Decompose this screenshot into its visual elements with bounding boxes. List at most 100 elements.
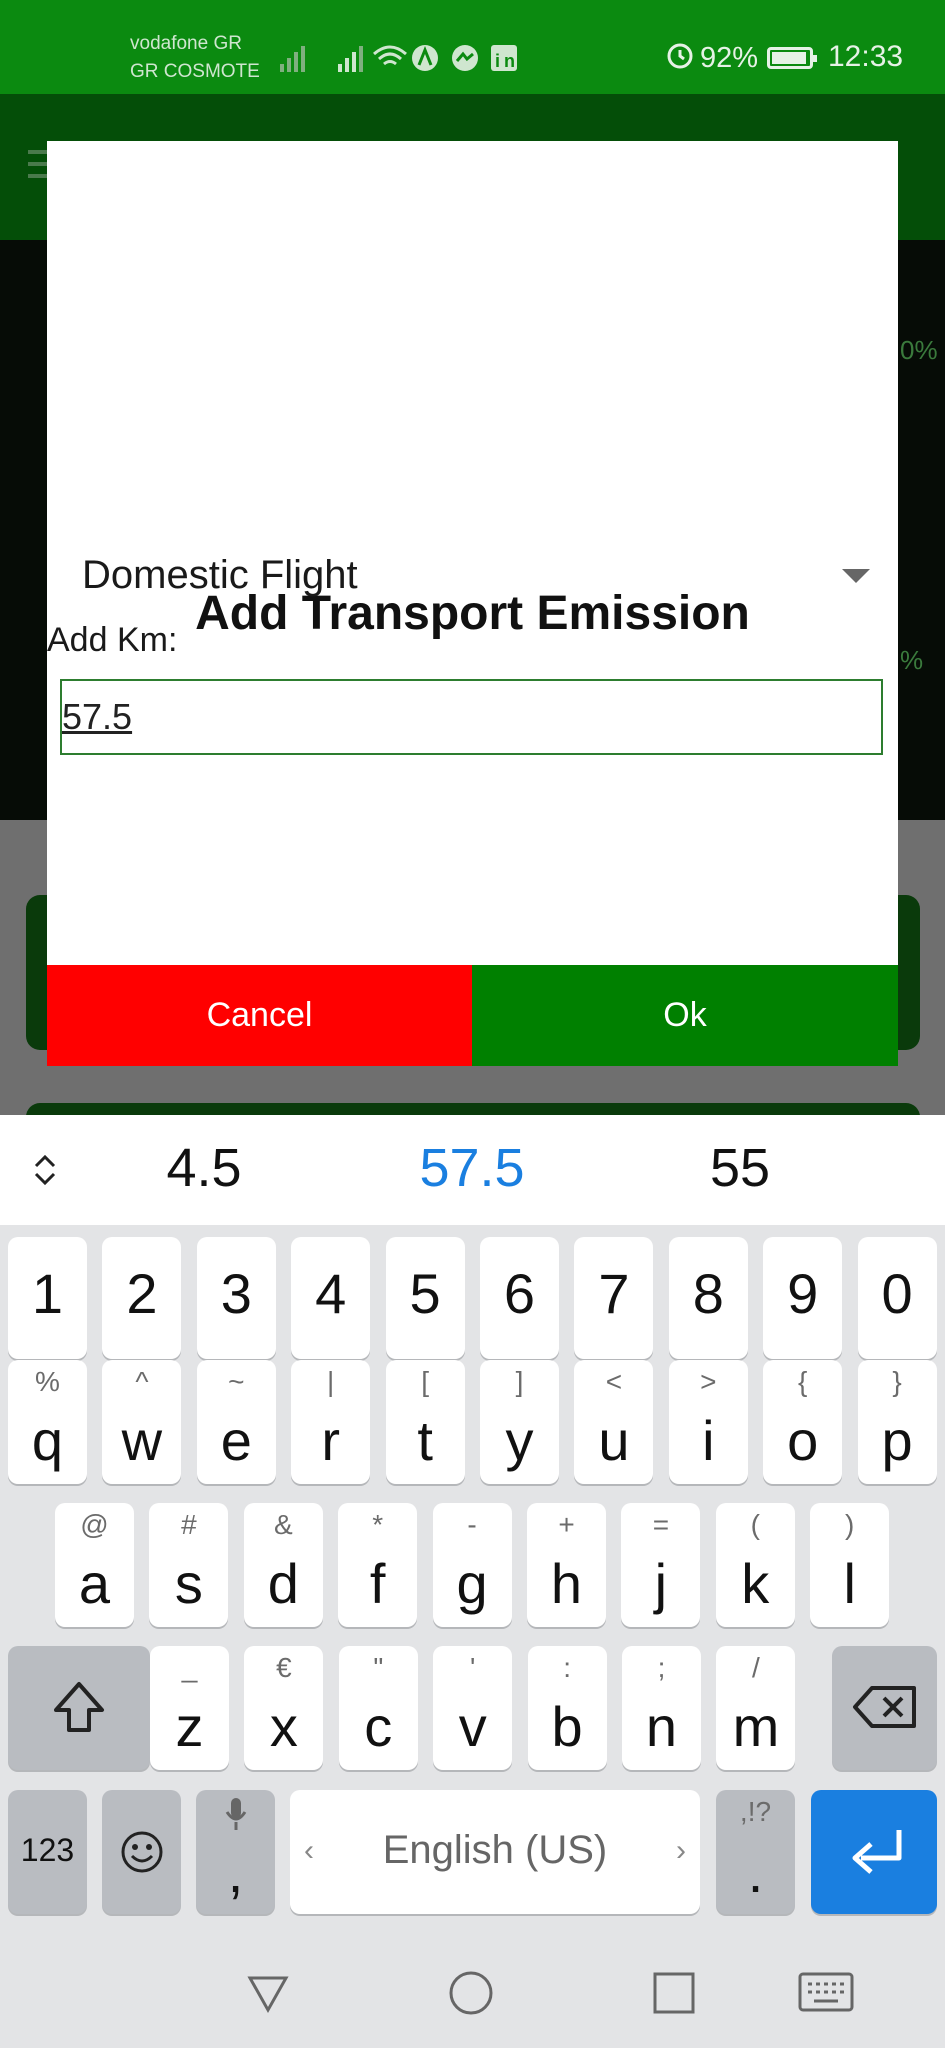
shift-icon <box>54 1682 104 1732</box>
key-label: v <box>458 1695 487 1758</box>
key-y[interactable]: ] y <box>480 1360 559 1484</box>
key-s[interactable]: # s <box>149 1503 229 1627</box>
ok-button[interactable]: Ok <box>472 965 898 1066</box>
key-label: q <box>31 1409 64 1472</box>
key-k[interactable]: (k <box>715 1503 795 1627</box>
suggestion-item[interactable]: 4.5 <box>104 1137 304 1199</box>
transport-type-dropdown[interactable]: Domestic Flight <box>82 539 897 611</box>
key-label: 123 <box>20 1832 75 1868</box>
key-x[interactable]: € x <box>244 1646 324 1770</box>
key-secondary-label: { <box>798 1366 808 1397</box>
key-h[interactable]: + h <box>527 1503 606 1627</box>
key-label: English (US) <box>382 1828 608 1872</box>
key-label: m <box>732 1695 780 1758</box>
key-9[interactable]: 9 <box>763 1237 843 1359</box>
key-z[interactable]: _ z <box>150 1646 229 1770</box>
key-i[interactable]: > i <box>668 1360 748 1484</box>
key-secondary-label: < <box>605 1366 623 1397</box>
key-n[interactable]: ; n <box>622 1646 701 1770</box>
key-3[interactable]: 3 <box>196 1237 276 1359</box>
key-m[interactable]: / m <box>716 1646 796 1770</box>
key-p[interactable]: } p <box>857 1360 937 1484</box>
key-j[interactable]: = j <box>621 1503 701 1627</box>
suggestion-item[interactable]: 57.5 <box>372 1137 572 1199</box>
key-secondary-label: _ <box>181 1652 198 1683</box>
key-label: 5 <box>409 1262 441 1325</box>
background-percent: 0% <box>900 335 938 365</box>
key-r[interactable]: | r <box>291 1360 371 1484</box>
key-label: z <box>175 1695 204 1758</box>
cancel-button[interactable]: Cancel <box>47 965 472 1066</box>
battery-icon <box>767 47 817 69</box>
key-secondary-label: & <box>273 1509 293 1540</box>
key-t[interactable]: [t <box>385 1360 465 1484</box>
key-e[interactable]: ~ e <box>196 1360 276 1484</box>
key-secondary-label: [ <box>421 1366 429 1397</box>
key-secondary-label: ,!? <box>739 1796 772 1827</box>
expand-toolbar-icon[interactable] <box>28 1150 62 1190</box>
key-4[interactable]: 4 <box>291 1237 371 1359</box>
km-label: Add Km: <box>47 621 178 659</box>
key-2[interactable]: 2 <box>102 1237 182 1359</box>
key-a[interactable]: @ a <box>55 1503 134 1627</box>
clock: 12:33 <box>828 40 904 73</box>
key-b[interactable]: :b <box>527 1646 607 1770</box>
chevron-left-icon: ‹ <box>304 1834 314 1867</box>
suggestion-item[interactable]: 55 <box>640 1137 840 1199</box>
km-input[interactable] <box>60 679 883 755</box>
key-d[interactable]: & d <box>243 1503 323 1627</box>
key-o[interactable]: {o <box>763 1360 843 1484</box>
key-secondary-label: ] <box>515 1366 524 1397</box>
key-secondary-label: ( <box>750 1509 760 1540</box>
recents-icon[interactable] <box>651 1970 697 2016</box>
key-label: y <box>505 1409 534 1472</box>
key-6[interactable]: 6 <box>480 1237 559 1359</box>
comma-key[interactable]: , <box>196 1790 275 1914</box>
home-icon[interactable] <box>448 1970 494 2016</box>
key-label: c <box>364 1695 393 1758</box>
key-0[interactable]: 0 <box>857 1237 937 1359</box>
key-secondary-label: | <box>327 1366 335 1397</box>
emoji-key[interactable] <box>102 1790 181 1914</box>
key-secondary-label: * <box>372 1509 384 1540</box>
spacebar[interactable]: English (US) ‹ › <box>290 1790 700 1914</box>
backspace-icon <box>853 1686 916 1728</box>
key-secondary-label: - <box>467 1509 477 1540</box>
emoji-icon <box>121 1831 163 1873</box>
key-label: n <box>645 1695 678 1758</box>
key-l[interactable]: ) l <box>810 1503 890 1627</box>
key-v[interactable]: ' v <box>433 1646 513 1770</box>
key-5[interactable]: 5 <box>385 1237 465 1359</box>
key-7[interactable]: 7 <box>574 1237 654 1359</box>
key-secondary-label: / <box>752 1652 760 1683</box>
key-f[interactable]: * f <box>338 1503 418 1627</box>
key-w[interactable]: ^ w <box>102 1360 182 1484</box>
period-key[interactable]: ,!?. <box>716 1790 795 1914</box>
key-u[interactable]: < u <box>574 1360 654 1484</box>
key-8[interactable]: 8 <box>668 1237 748 1359</box>
key-secondary-label: : <box>563 1652 571 1683</box>
symbols-key[interactable]: 123 <box>8 1790 87 1914</box>
carrier-name-1: vodafone GR <box>130 33 242 54</box>
key-label: 4 <box>315 1262 347 1325</box>
add-emission-dialog: Add Transport Emission Domestic Flight A… <box>47 141 898 1066</box>
shift-key[interactable] <box>8 1646 150 1770</box>
key-label: 0 <box>881 1262 913 1325</box>
key-secondary-label: ; <box>657 1652 666 1683</box>
key-label: i <box>702 1409 715 1472</box>
backspace-key[interactable] <box>832 1646 937 1770</box>
key-label: g <box>456 1552 488 1615</box>
key-c[interactable]: " c <box>338 1646 418 1770</box>
key-g[interactable]: -g <box>432 1503 512 1627</box>
key-label: k <box>741 1552 770 1615</box>
keyboard-switch-icon[interactable] <box>798 1972 854 2014</box>
signal-icon: in <box>280 45 517 72</box>
enter-key[interactable] <box>811 1790 937 1914</box>
back-icon[interactable] <box>245 1970 291 2016</box>
key-secondary-label: } <box>892 1366 902 1397</box>
key-label: 2 <box>126 1262 158 1325</box>
key-1[interactable]: 1 <box>8 1237 87 1359</box>
key-q[interactable]: % q <box>8 1360 87 1484</box>
key-secondary-label: € <box>276 1652 292 1683</box>
key-secondary-label: = <box>652 1509 670 1540</box>
